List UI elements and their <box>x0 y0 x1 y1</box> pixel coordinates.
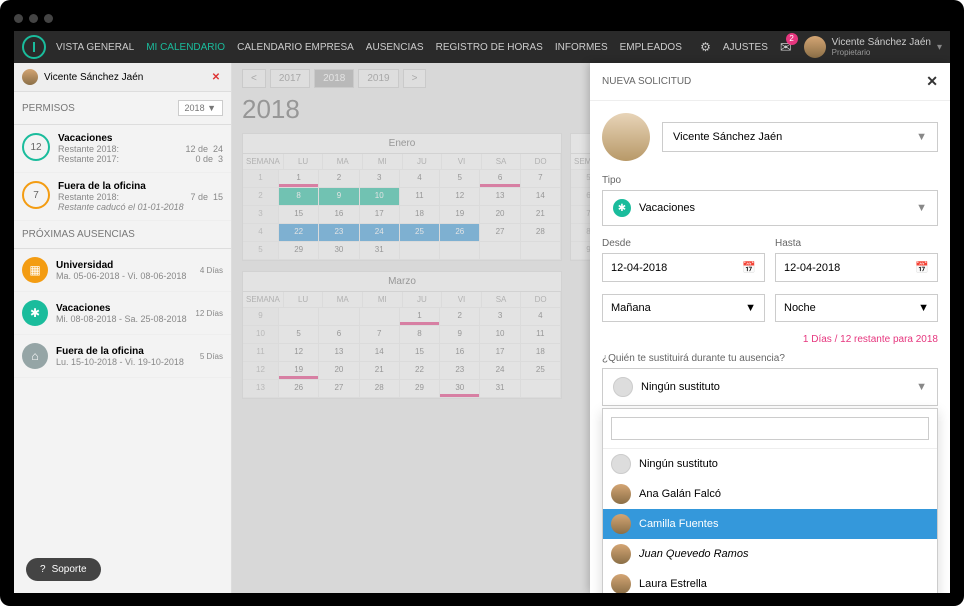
modal-title: NUEVA SOLICITUD <box>602 76 691 87</box>
user-role: Propietario <box>832 48 931 57</box>
nav-informes[interactable]: INFORMES <box>555 42 608 53</box>
calendar-icon: 📅 <box>742 261 756 274</box>
proximas-heading: PRÓXIMAS AUSENCIAS <box>22 229 135 240</box>
to-date-input[interactable]: 12-04-2018📅 <box>775 253 938 282</box>
from-date-input[interactable]: 12-04-2018📅 <box>602 253 765 282</box>
year-select[interactable]: 2018 ▼ <box>178 100 223 116</box>
new-request-modal: NUEVA SOLICITUD ✕ Vicente Sánchez Jaén▼ … <box>590 63 950 593</box>
substitute-option[interactable]: Laura Estrella <box>603 569 937 593</box>
mail-icon[interactable]: ✉2 <box>780 39 792 56</box>
option-avatar <box>611 574 631 593</box>
nav-vista[interactable]: VISTA GENERAL <box>56 42 134 53</box>
permisos-heading: PERMISOS <box>22 103 75 114</box>
from-label: Desde <box>602 238 765 249</box>
permit-item: 12 Vacaciones Restante 2018:12 de 24 Res… <box>14 125 231 173</box>
option-avatar <box>611 514 631 534</box>
settings-link[interactable]: AJUSTES <box>723 42 768 53</box>
notif-badge: 2 <box>786 33 798 45</box>
calendar-icon: 📅 <box>915 261 929 274</box>
home-icon: ⌂ <box>22 343 48 369</box>
absence-item[interactable]: ✱ Vacaciones Mi. 08-08-2018 - Sa. 25-08-… <box>14 292 231 335</box>
employee-chip: Vicente Sánchez Jaén ✕ <box>14 63 231 92</box>
substitute-select[interactable]: Ningún sustituto ▼ <box>602 368 938 406</box>
support-button[interactable]: ? Soporte <box>26 558 101 581</box>
gear-icon[interactable]: ⚙ <box>700 40 711 54</box>
user-avatar <box>804 36 826 58</box>
absence-item[interactable]: ▦ Universidad Ma. 05-06-2018 - Vi. 08-06… <box>14 249 231 292</box>
permit-name: Vacaciones <box>58 133 223 144</box>
substitute-option[interactable]: Ana Galán Falcó <box>603 479 937 509</box>
help-icon: ? <box>40 564 46 575</box>
close-modal-icon[interactable]: ✕ <box>926 73 938 90</box>
from-time-select[interactable]: Mañana▼ <box>602 294 765 322</box>
type-select[interactable]: ✱Vacaciones ▼ <box>602 190 938 226</box>
nav-registro[interactable]: REGISTRO DE HORAS <box>436 42 543 53</box>
substitute-option[interactable]: Camilla Fuentes <box>603 509 937 539</box>
main-nav: VISTA GENERAL MI CALENDARIO CALENDARIO E… <box>56 42 682 53</box>
permit-ring: 7 <box>22 181 50 209</box>
option-avatar <box>611 544 631 564</box>
clear-employee-icon[interactable]: ✕ <box>209 70 223 84</box>
user-name: Vicente Sánchez Jaén <box>832 37 931 48</box>
sidebar: Vicente Sánchez Jaén ✕ PERMISOS 2018 ▼ 1… <box>14 63 232 593</box>
type-label: Tipo <box>602 175 938 186</box>
substitute-option[interactable]: Juan Quevedo Ramos <box>603 539 937 569</box>
option-avatar <box>611 484 631 504</box>
top-navbar: VISTA GENERAL MI CALENDARIO CALENDARIO E… <box>14 31 950 63</box>
substitute-option[interactable]: Ningún sustituto <box>603 449 937 479</box>
substitute-label: ¿Quién te sustituirá durante tu ausencia… <box>602 353 938 364</box>
absence-item[interactable]: ⌂ Fuera de la oficina Lu. 15-10-2018 - V… <box>14 335 231 378</box>
to-label: Hasta <box>775 238 938 249</box>
permit-item: 7 Fuera de la oficina Restante 2018:7 de… <box>14 173 231 221</box>
empty-avatar-icon <box>613 377 633 397</box>
logo-icon[interactable] <box>22 35 46 59</box>
palm-icon: ✱ <box>22 300 48 326</box>
nav-empleados[interactable]: EMPLEADOS <box>620 42 682 53</box>
user-menu[interactable]: Vicente Sánchez Jaén Propietario ▾ <box>804 36 942 58</box>
substitute-search-input[interactable] <box>611 417 929 440</box>
permit-ring: 12 <box>22 133 50 161</box>
nav-calendario[interactable]: MI CALENDARIO <box>146 42 225 53</box>
substitute-dropdown-list: Ningún sustitutoAna Galán FalcóCamilla F… <box>602 408 938 593</box>
employee-avatar-large <box>602 113 650 161</box>
option-avatar <box>611 454 631 474</box>
employee-name: Vicente Sánchez Jaén <box>44 72 143 83</box>
calendar-icon: ▦ <box>22 257 48 283</box>
employee-avatar <box>22 69 38 85</box>
days-notice: 1 Días / 12 restante para 2018 <box>602 334 938 345</box>
employee-select[interactable]: Vicente Sánchez Jaén▼ <box>662 122 938 152</box>
nav-cal-empresa[interactable]: CALENDARIO EMPRESA <box>237 42 354 53</box>
vacation-icon: ✱ <box>613 199 631 217</box>
permit-name: Fuera de la oficina <box>58 181 223 192</box>
to-time-select[interactable]: Noche▼ <box>775 294 938 322</box>
nav-ausencias[interactable]: AUSENCIAS <box>366 42 424 53</box>
